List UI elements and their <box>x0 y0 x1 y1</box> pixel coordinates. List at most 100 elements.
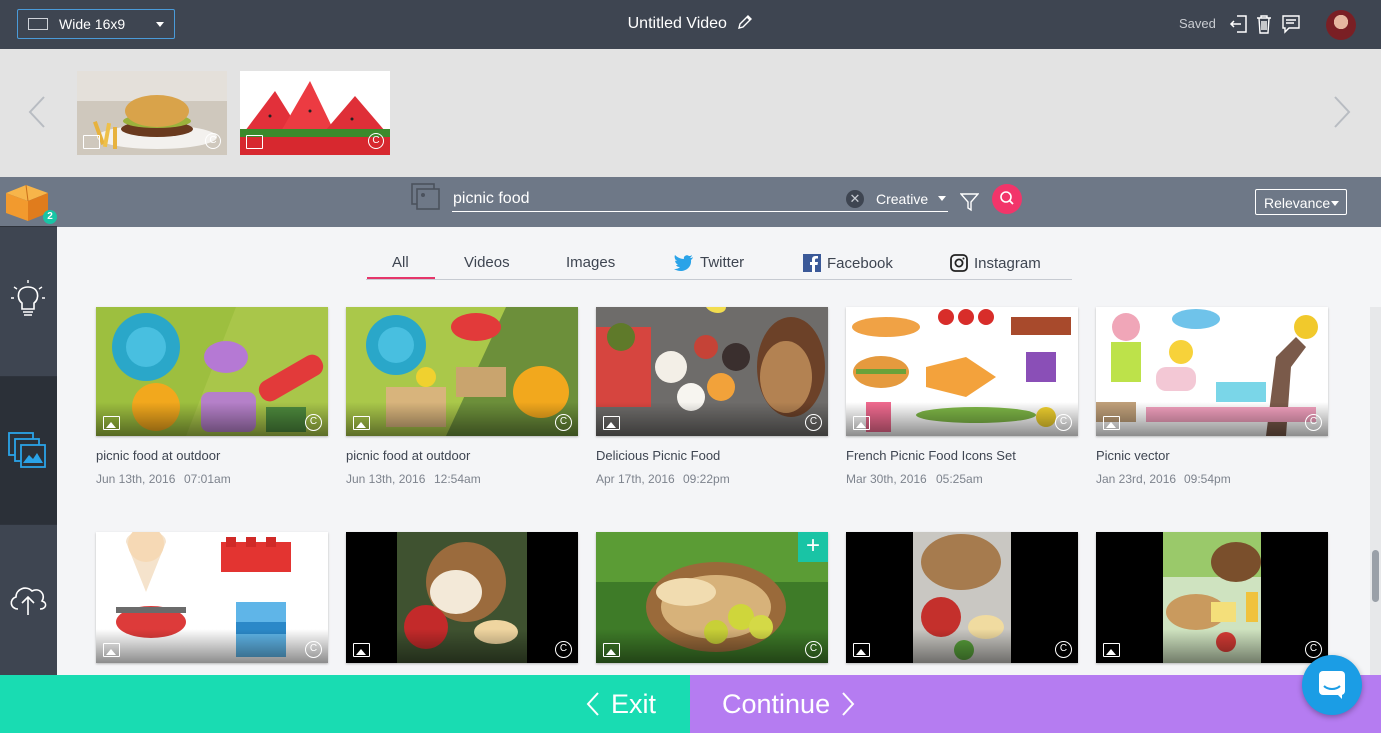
result-card[interactable]: C <box>846 307 1078 436</box>
result-card[interactable]: C <box>596 307 828 436</box>
thumbnail-gradient <box>846 402 1078 436</box>
thumbnail-gradient <box>346 402 578 436</box>
tab-twitter[interactable]: Twitter <box>674 254 744 271</box>
copyright-icon: C <box>305 641 322 658</box>
copyright-icon: C <box>555 414 572 431</box>
aspect-ratio-select[interactable]: Wide 16x9 <box>17 9 175 39</box>
thumbnail-gradient <box>1096 629 1328 663</box>
image-type-icon <box>603 416 620 430</box>
result-title: Picnic vector <box>1096 448 1170 463</box>
results-scrollbar-thumb[interactable] <box>1372 550 1379 602</box>
continue-button[interactable]: Continue <box>690 675 1381 733</box>
tab-instagram[interactable]: Instagram <box>950 254 1041 272</box>
clear-search-button[interactable]: ✕ <box>846 190 864 208</box>
image-type-icon <box>353 643 370 657</box>
chevron-left-icon[interactable] <box>28 95 46 129</box>
exit-button[interactable]: Exit <box>0 675 690 733</box>
result-card[interactable]: C <box>1096 307 1328 436</box>
add-to-video-button[interactable]: + <box>798 532 828 562</box>
sidebar-item-upload[interactable] <box>0 525 57 675</box>
search-button[interactable] <box>992 184 1022 214</box>
video-title[interactable]: Untitled Video <box>628 15 727 32</box>
result-date: Apr 17th, 2016 <box>596 472 675 486</box>
sidebar-item-ideas[interactable] <box>0 227 57 377</box>
image-type-icon <box>853 416 870 430</box>
result-card[interactable]: C <box>96 307 328 436</box>
comment-icon[interactable] <box>1281 13 1301 35</box>
media-count-badge: 2 <box>43 210 57 224</box>
continue-label: Continue <box>722 688 831 719</box>
aspect-ratio-label: Wide 16x9 <box>59 16 126 32</box>
facebook-icon <box>803 254 821 272</box>
chevron-right-icon <box>842 692 855 716</box>
license-filter-select[interactable]: Creative <box>876 191 947 207</box>
thumbnail-gradient <box>96 629 328 663</box>
result-card[interactable]: C <box>846 532 1078 663</box>
thumbnail-gradient <box>346 629 578 663</box>
result-time: 09:22pm <box>683 472 730 486</box>
sort-select[interactable]: Relevance <box>1255 189 1347 215</box>
tab-videos[interactable]: Videos <box>464 254 510 271</box>
copyright-icon: C <box>1055 414 1072 431</box>
result-date: Mar 30th, 2016 <box>846 472 927 486</box>
copyright-icon: C <box>1055 641 1072 658</box>
bulb-icon <box>11 280 45 316</box>
chevron-down-icon <box>938 196 947 201</box>
thumbnail-gradient <box>846 629 1078 663</box>
image-type-icon <box>853 643 870 657</box>
filter-icon[interactable] <box>960 192 979 212</box>
upload-cloud-icon <box>10 587 47 615</box>
search-icon <box>1000 191 1014 205</box>
selected-thumb-watermelon[interactable]: C <box>240 71 390 155</box>
result-time: 05:25am <box>936 472 983 486</box>
image-type-icon <box>603 643 620 657</box>
image-type-icon <box>1103 643 1120 657</box>
result-title: picnic food at outdoor <box>96 448 221 463</box>
chevron-right-icon[interactable] <box>1333 95 1351 129</box>
thumbnail-gradient <box>596 402 828 436</box>
result-card[interactable]: C <box>96 532 328 663</box>
copyright-icon: C <box>1305 414 1322 431</box>
tab-facebook[interactable]: Facebook <box>803 254 893 272</box>
exit-icon[interactable] <box>1229 13 1249 35</box>
search-input[interactable]: picnic food <box>453 190 530 208</box>
tab-images[interactable]: Images <box>566 254 615 271</box>
result-time: 12:54am <box>434 472 481 486</box>
result-card[interactable]: C <box>1096 532 1328 663</box>
trash-icon[interactable] <box>1254 13 1274 35</box>
result-time: 09:54pm <box>1184 472 1231 486</box>
thumbnail-gradient <box>596 629 828 663</box>
result-card[interactable]: C <box>346 307 578 436</box>
result-date: Jun 13th, 2016 <box>346 472 426 486</box>
image-type-icon <box>353 416 370 430</box>
image-type-icon <box>1103 416 1120 430</box>
top-bar: Wide 16x9 Untitled Video Saved <box>0 0 1381 49</box>
chat-support-button[interactable] <box>1302 655 1362 715</box>
thumbnail-gradient <box>1096 402 1328 436</box>
saved-status: Saved <box>1179 16 1216 31</box>
result-date: Jan 23rd, 2016 <box>1096 472 1177 486</box>
exit-label: Exit <box>610 688 656 719</box>
results-scrollbar-track[interactable] <box>1370 307 1381 675</box>
image-type-icon <box>83 135 100 149</box>
selected-thumb-burger[interactable]: C <box>77 71 227 155</box>
copyright-icon: C <box>805 641 822 658</box>
tab-all[interactable]: All <box>392 254 409 271</box>
source-tabs: All Videos Images Twitter Facebook Insta… <box>366 250 1072 280</box>
copyright-icon: C <box>205 133 221 149</box>
sidebar-item-media[interactable] <box>0 377 57 525</box>
image-type-icon <box>103 416 120 430</box>
copyright-icon: C <box>305 414 322 431</box>
result-title: picnic food at outdoor <box>346 448 471 463</box>
result-card[interactable]: + C <box>596 532 828 663</box>
user-avatar[interactable] <box>1326 10 1356 40</box>
result-title: Delicious Picnic Food <box>596 448 721 463</box>
video-title-area: Untitled Video <box>0 14 1381 33</box>
search-underline <box>452 211 948 212</box>
instagram-icon <box>950 254 968 272</box>
thumbnail-gradient <box>96 402 328 436</box>
chevron-down-icon <box>156 22 164 27</box>
result-card[interactable]: C <box>346 532 578 663</box>
license-filter-label: Creative <box>876 191 929 207</box>
pencil-icon[interactable] <box>737 14 753 30</box>
